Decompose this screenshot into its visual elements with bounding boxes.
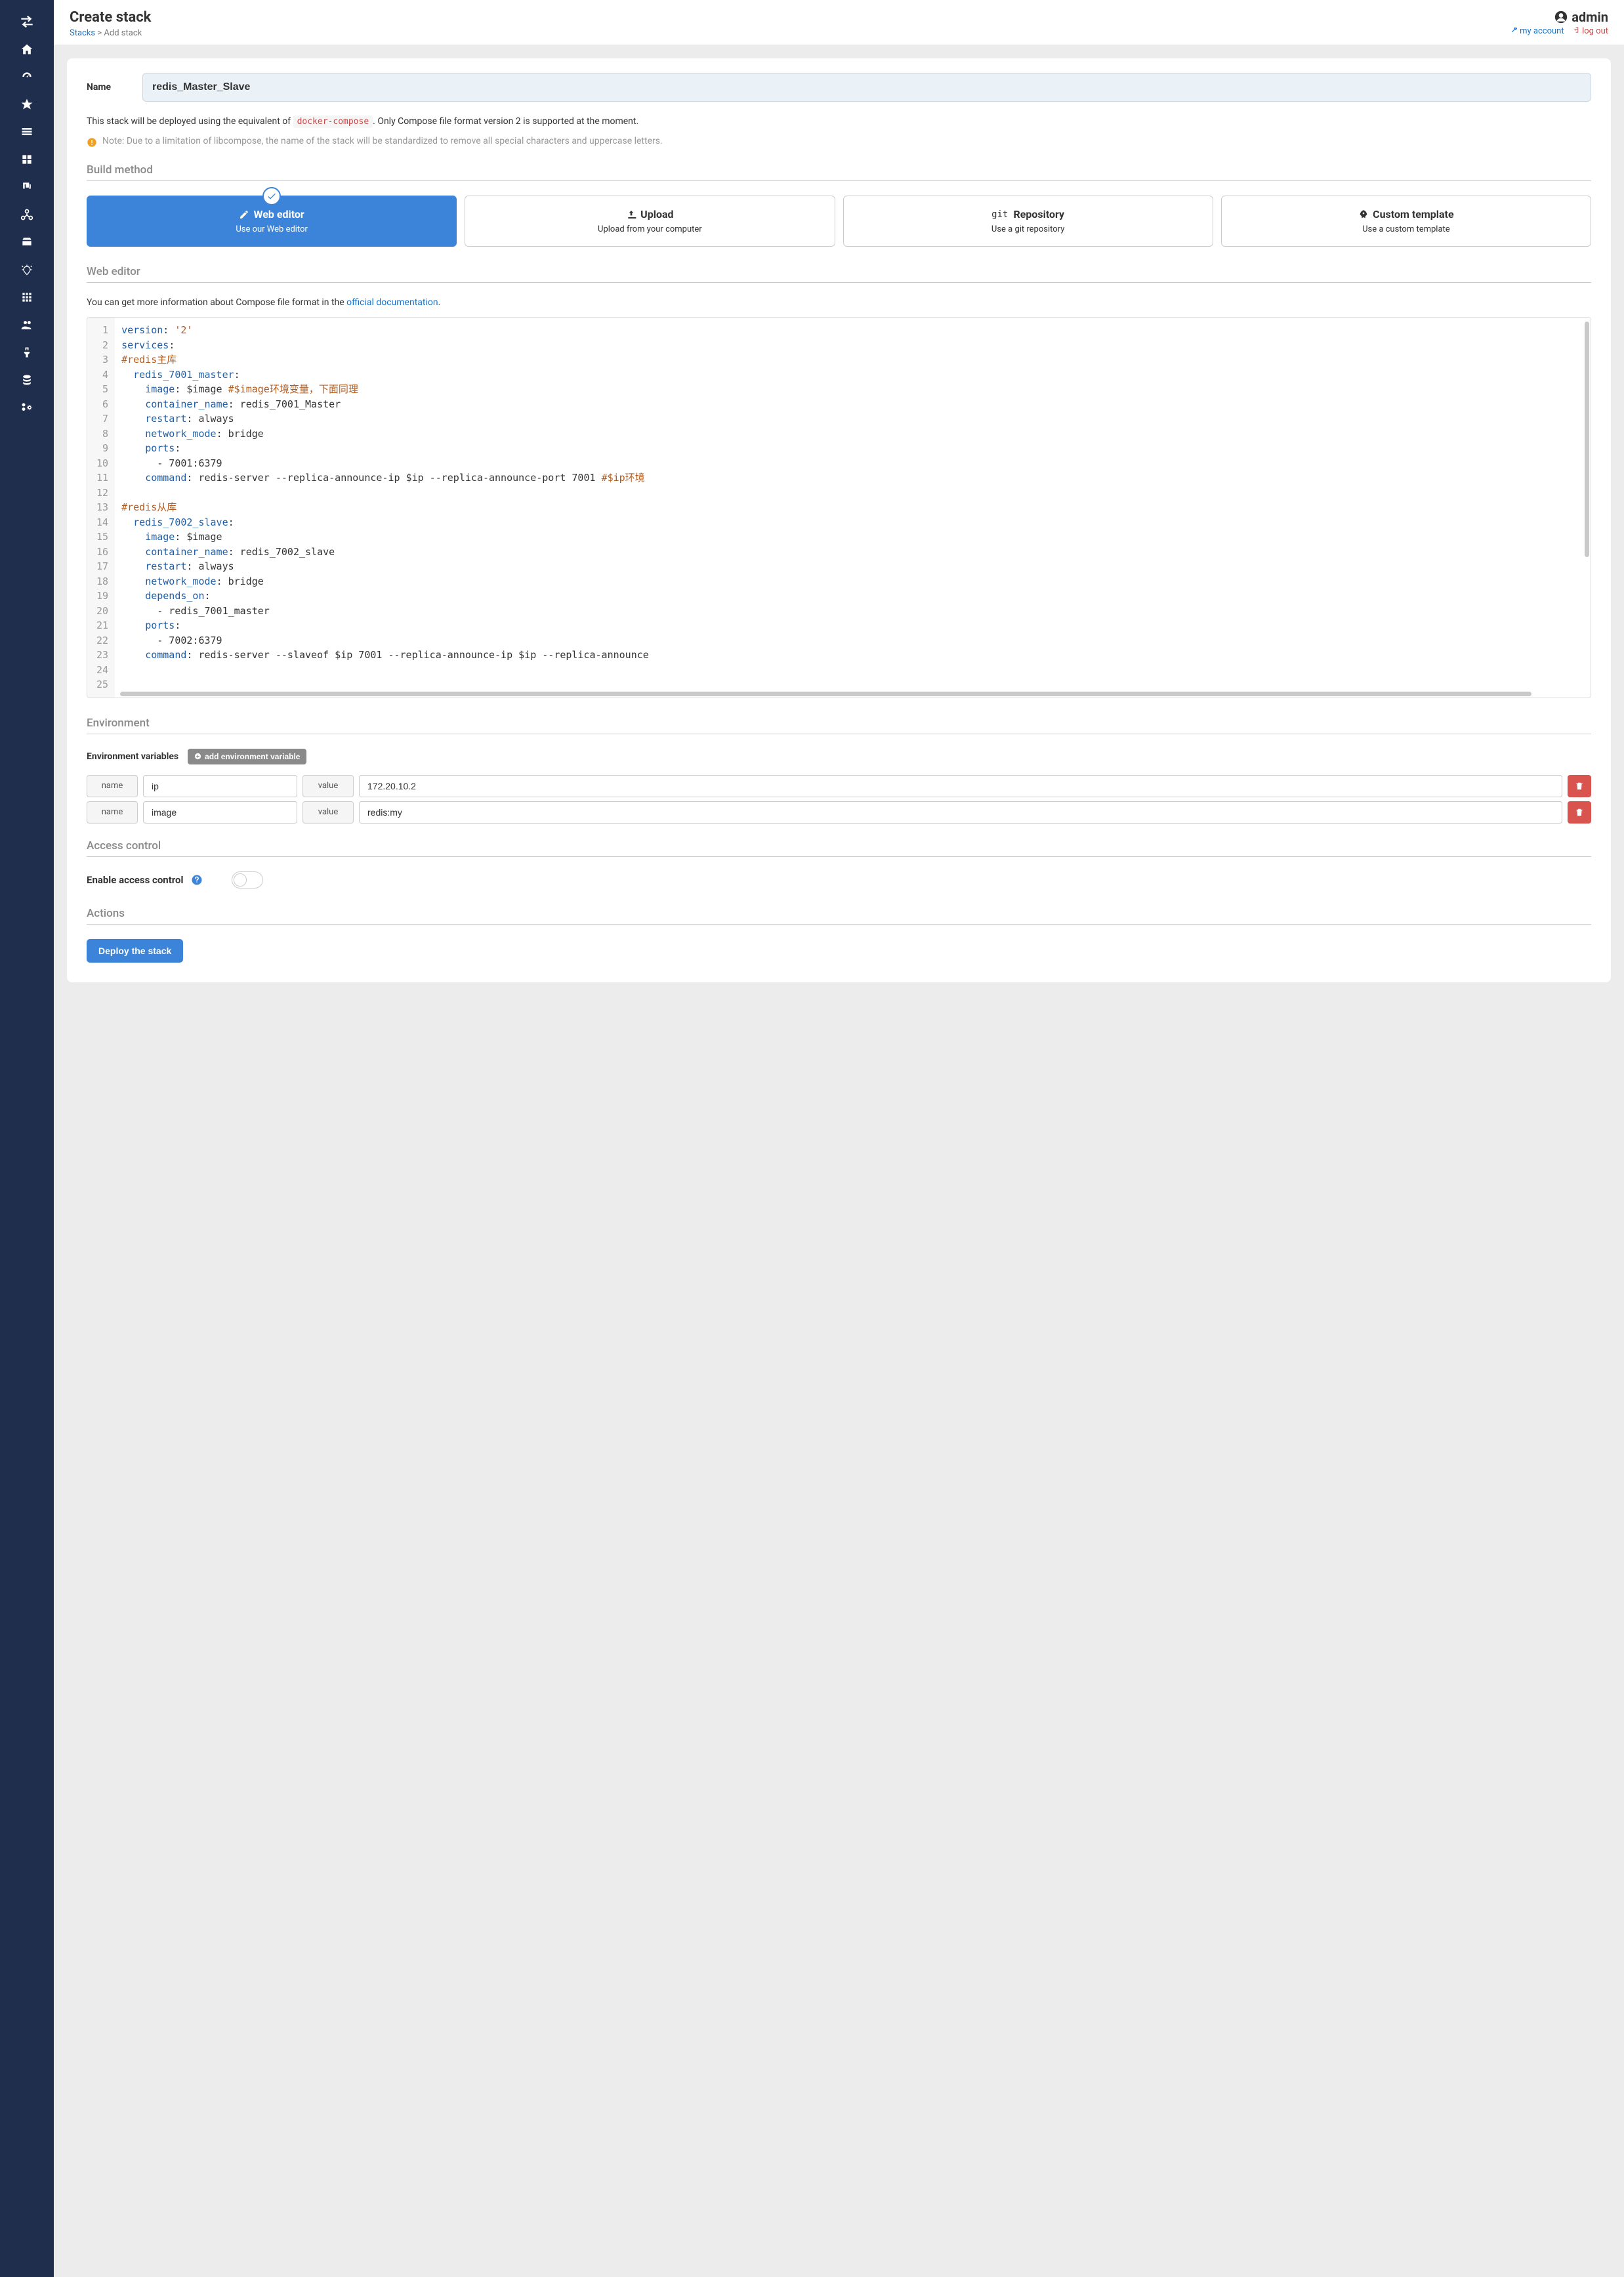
plus-icon [194,753,201,760]
method-card-custom-template[interactable]: Custom templateUse a custom template [1221,196,1591,247]
section-access-control: Access control [87,839,1591,857]
section-actions: Actions [87,907,1591,925]
env-name-input[interactable] [143,775,297,797]
wrench-icon [1510,26,1518,33]
editor-hint: You can get more information about Compo… [87,297,1591,308]
sidebar-users[interactable] [0,312,54,337]
sidebar-registries[interactable] [0,367,54,392]
env-value-input[interactable] [359,775,1562,797]
sidebar-stacks[interactable] [0,119,54,144]
sidebar-home[interactable] [0,37,54,62]
env-name-label: name [87,775,138,797]
note-text: Note: Due to a limitation of libcompose,… [87,136,1591,148]
sidebar-settings[interactable] [0,395,54,420]
method-card-web-editor[interactable]: Web editorUse our Web editor [87,196,457,247]
sidebar-volumes[interactable] [0,230,54,255]
access-control-toggle[interactable] [232,871,263,888]
sidebar [0,0,54,2277]
sidebar-host[interactable] [0,285,54,310]
sidebar-images[interactable] [0,175,54,199]
section-environment: Environment [87,717,1591,734]
section-build-method: Build method [87,163,1591,181]
env-name-label: name [87,801,138,824]
warning-icon [87,137,97,148]
logout-link[interactable]: log out [1573,26,1608,36]
method-card-upload[interactable]: UploadUpload from your computer [465,196,835,247]
trash-icon [1575,808,1584,817]
sidebar-events[interactable] [0,257,54,282]
official-docs-link[interactable]: official documentation [346,297,438,308]
delete-env-var-button[interactable] [1568,801,1591,824]
page-title: Create stack [70,9,151,26]
env-value-input[interactable] [359,801,1562,824]
editor-scrollbar-vertical[interactable] [1585,322,1589,557]
intro-text: This stack will be deployed using the eq… [87,116,1591,127]
sidebar-containers[interactable] [0,147,54,172]
breadcrumb: Stacks > Add stack [70,28,151,38]
editor-scrollbar-horizontal[interactable] [120,692,1531,696]
sidebar-dashboard[interactable] [0,64,54,89]
user-display: admin [1510,9,1608,25]
method-card-repository[interactable]: gitRepositoryUse a git repository [843,196,1213,247]
env-value-label: value [302,775,354,797]
sidebar-endpoints[interactable] [0,340,54,365]
code-editor[interactable]: 1234567891011121314151617181920212223242… [87,317,1591,698]
help-icon[interactable] [191,874,203,886]
name-label: Name [87,82,123,93]
stack-name-input[interactable] [142,73,1591,102]
delete-env-var-button[interactable] [1568,775,1591,797]
env-vars-label: Environment variables [87,751,178,762]
access-control-label: Enable access control [87,874,183,886]
section-web-editor: Web editor [87,265,1591,283]
breadcrumb-current: Add stack [104,28,142,38]
env-name-input[interactable] [143,801,297,824]
form-card: Name This stack will be deployed using t… [67,58,1611,982]
trash-icon [1575,782,1584,791]
my-account-link[interactable]: my account [1510,26,1564,36]
topbar: Create stack Stacks > Add stack admin my… [54,0,1624,45]
user-icon [1554,10,1568,24]
sidebar-templates[interactable] [0,92,54,117]
logout-icon [1573,26,1580,33]
sidebar-logo[interactable] [0,9,54,34]
sidebar-networks[interactable] [0,202,54,227]
add-env-var-button[interactable]: add environment variable [188,749,306,764]
breadcrumb-link[interactable]: Stacks [70,28,95,38]
check-icon [262,187,281,205]
deploy-button[interactable]: Deploy the stack [87,939,183,963]
env-value-label: value [302,801,354,824]
